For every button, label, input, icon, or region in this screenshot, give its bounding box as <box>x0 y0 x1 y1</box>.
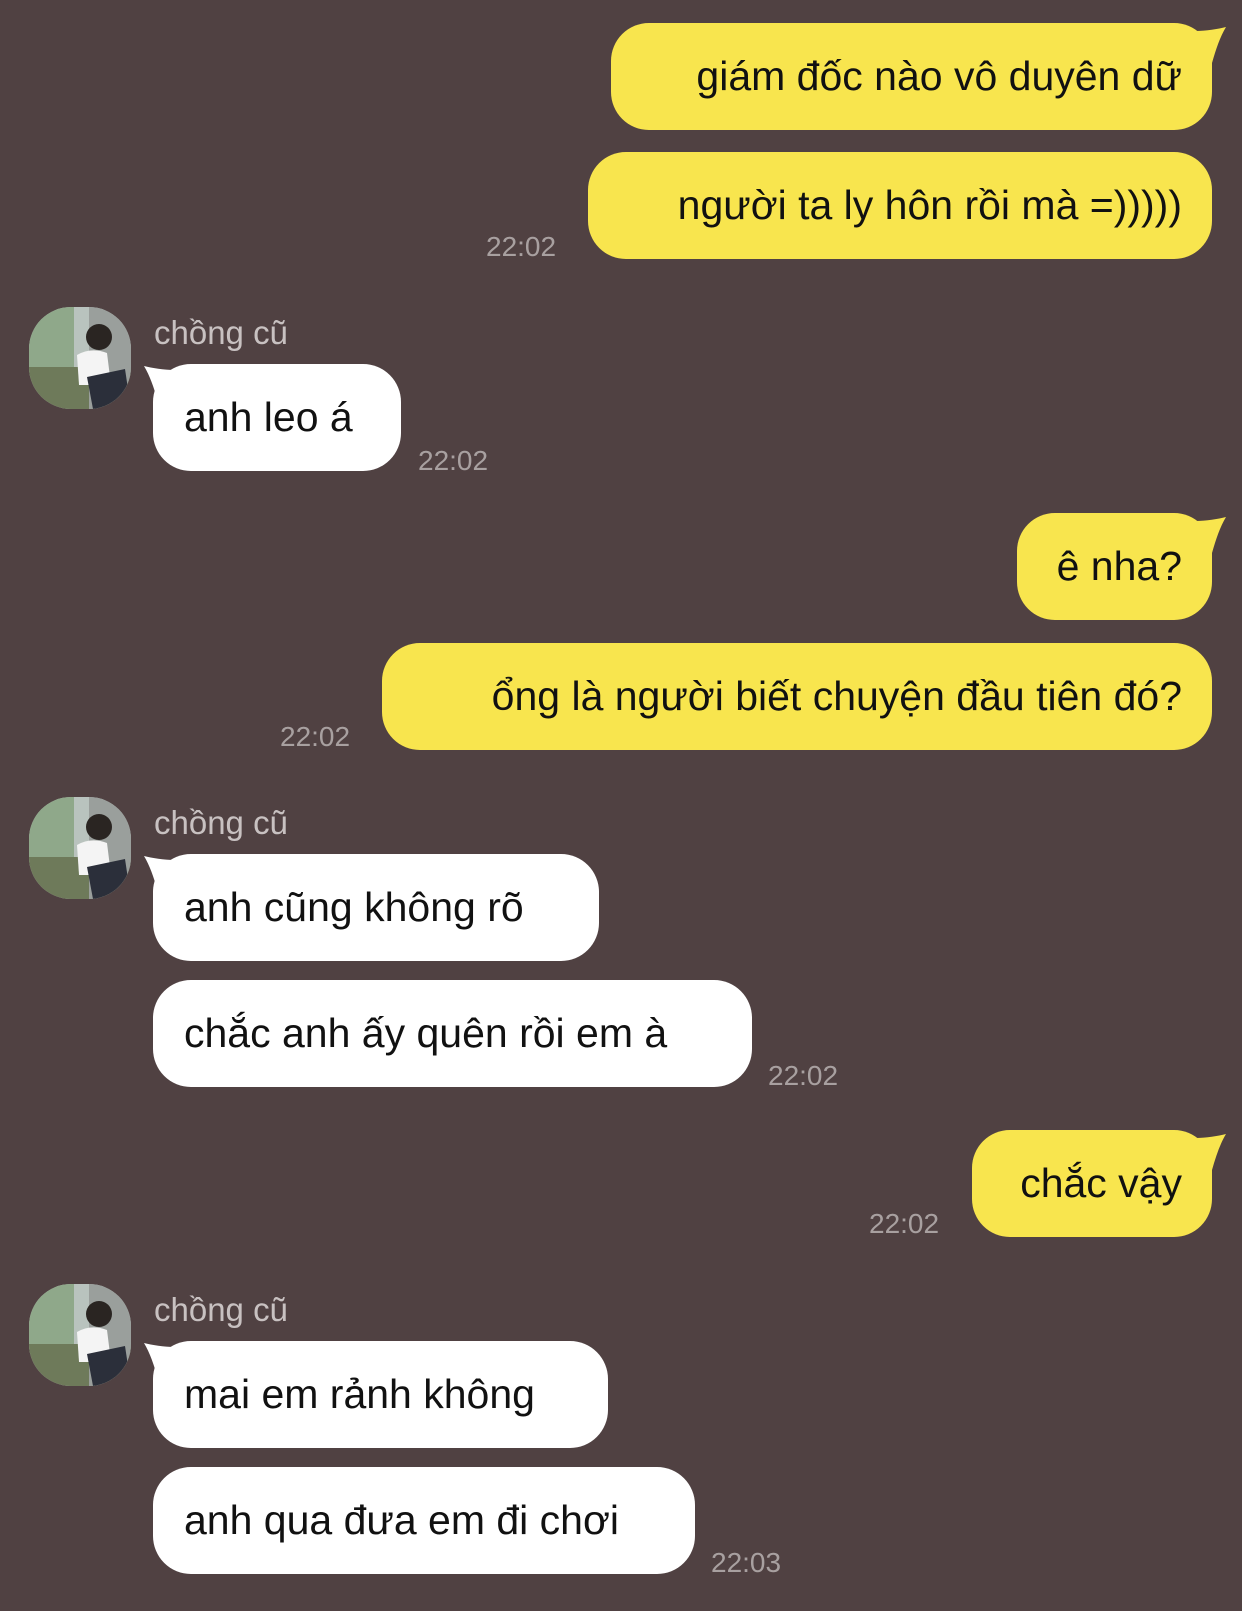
bubble-tail <box>1196 1134 1226 1170</box>
outgoing-message-bubble[interactable]: ê nha? <box>1017 513 1212 620</box>
message-text: mai em rảnh không <box>184 1371 535 1417</box>
sender-name: chồng cũ <box>154 314 288 351</box>
profile-photo-icon <box>29 1284 131 1386</box>
message-text: ổng là người biết chuyện đầu tiên đó? <box>491 673 1182 719</box>
incoming-message-bubble[interactable]: anh cũng không rõ <box>153 854 599 961</box>
incoming-message-bubble[interactable]: anh qua đưa em đi chơi <box>153 1467 695 1574</box>
message-timestamp: 22:03 <box>711 1547 782 1578</box>
incoming-message-bubble[interactable]: chắc anh ấy quên rồi em à <box>153 980 752 1087</box>
contact-avatar[interactable] <box>29 1284 131 1386</box>
incoming-message-bubble[interactable]: mai em rảnh không <box>153 1341 608 1448</box>
bubble-tail <box>1196 27 1226 63</box>
message-timestamp: 22:02 <box>280 721 351 752</box>
message-text: giám đốc nào vô duyên dữ <box>696 53 1182 99</box>
message-timestamp: 22:02 <box>869 1208 940 1239</box>
message-text: người ta ly hôn rồi mà =))))) <box>677 182 1182 228</box>
message-text: ê nha? <box>1056 543 1182 589</box>
outgoing-message-bubble[interactable]: ổng là người biết chuyện đầu tiên đó? <box>382 643 1212 750</box>
message-text: anh qua đưa em đi chơi <box>184 1497 619 1543</box>
outgoing-message-bubble[interactable]: người ta ly hôn rồi mà =))))) <box>588 152 1212 259</box>
contact-avatar[interactable] <box>29 797 131 899</box>
message-text: anh leo á <box>184 394 353 440</box>
profile-photo-icon <box>29 307 131 409</box>
outgoing-message-bubble[interactable]: giám đốc nào vô duyên dữ <box>611 23 1212 130</box>
message-timestamp: 22:02 <box>486 231 557 262</box>
sender-name: chồng cũ <box>154 804 288 841</box>
message-text: anh cũng không rõ <box>184 884 524 930</box>
sender-name: chồng cũ <box>154 1291 288 1328</box>
bubble-tail <box>1196 517 1226 553</box>
contact-avatar[interactable] <box>29 307 131 409</box>
message-timestamp: 22:02 <box>418 445 489 476</box>
message-text: chắc vậy <box>1020 1160 1182 1206</box>
incoming-message-bubble[interactable]: anh leo á <box>153 364 401 471</box>
message-timestamp: 22:02 <box>768 1060 839 1091</box>
message-text: chắc anh ấy quên rồi em à <box>184 1010 668 1056</box>
profile-photo-icon <box>29 797 131 899</box>
outgoing-message-bubble[interactable]: chắc vậy <box>972 1130 1212 1237</box>
